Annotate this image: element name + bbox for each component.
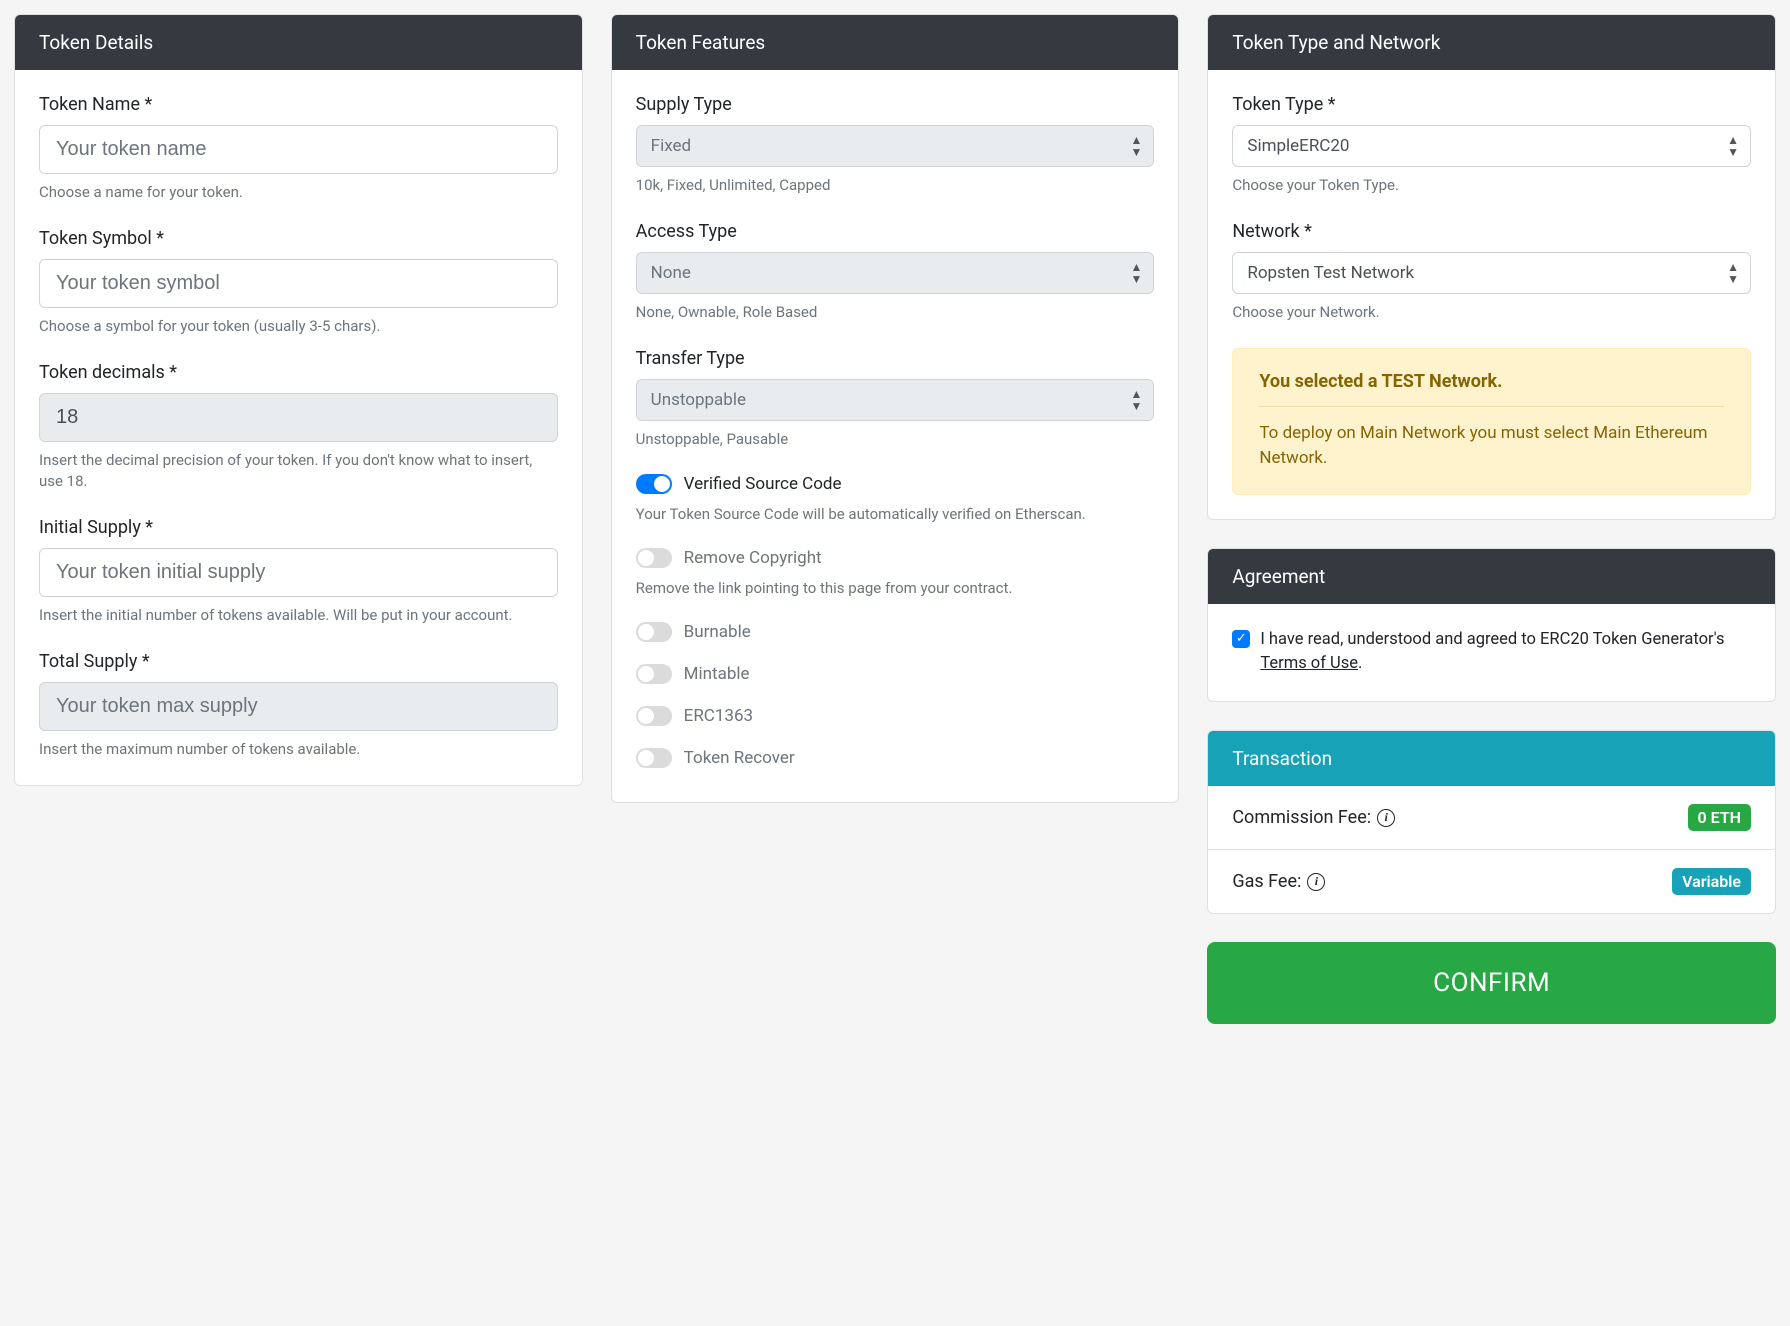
agreement-header: Agreement: [1208, 549, 1775, 604]
token-recover-toggle[interactable]: [636, 748, 672, 768]
network-help: Choose your Network.: [1232, 302, 1751, 324]
agreement-checkbox[interactable]: ✓: [1232, 630, 1250, 648]
agreement-text: I have read, understood and agreed to ER…: [1260, 628, 1751, 678]
agreement-card: Agreement ✓ I have read, understood and …: [1207, 548, 1776, 703]
confirm-button[interactable]: CONFIRM: [1207, 942, 1776, 1024]
transfer-type-select: Unstoppable: [636, 379, 1155, 421]
token-decimals-input: [39, 393, 558, 442]
token-details-card: Token Details Token Name * Choose a name…: [14, 14, 583, 786]
verified-source-help: Your Token Source Code will be automatic…: [636, 504, 1155, 526]
access-type-select: None: [636, 252, 1155, 294]
token-type-select[interactable]: SimpleERC20: [1232, 125, 1751, 167]
test-network-alert: You selected a TEST Network. To deploy o…: [1232, 348, 1751, 495]
gas-fee-badge: Variable: [1672, 868, 1751, 895]
initial-supply-label: Initial Supply *: [39, 517, 558, 538]
token-symbol-label: Token Symbol *: [39, 228, 558, 249]
access-type-label: Access Type: [636, 221, 1155, 242]
initial-supply-help: Insert the initial number of tokens avai…: [39, 605, 558, 627]
token-recover-label: Token Recover: [684, 748, 795, 768]
token-name-input[interactable]: [39, 125, 558, 174]
token-type-network-card: Token Type and Network Token Type * Simp…: [1207, 14, 1776, 520]
mintable-label: Mintable: [684, 664, 750, 684]
transaction-header: Transaction: [1208, 731, 1775, 786]
burnable-toggle[interactable]: [636, 622, 672, 642]
mintable-toggle[interactable]: [636, 664, 672, 684]
supply-type-help: 10k, Fixed, Unlimited, Capped: [636, 175, 1155, 197]
initial-supply-input[interactable]: [39, 548, 558, 597]
transfer-type-help: Unstoppable, Pausable: [636, 429, 1155, 451]
token-decimals-help: Insert the decimal precision of your tok…: [39, 450, 558, 494]
total-supply-label: Total Supply *: [39, 651, 558, 672]
alert-body: To deploy on Main Network you must selec…: [1259, 421, 1724, 472]
token-decimals-label: Token decimals *: [39, 362, 558, 383]
token-features-header: Token Features: [612, 15, 1179, 70]
commission-fee-badge: 0 ETH: [1688, 804, 1751, 831]
token-symbol-input[interactable]: [39, 259, 558, 308]
info-icon[interactable]: i: [1307, 873, 1325, 891]
verified-source-label: Verified Source Code: [684, 474, 842, 494]
info-icon[interactable]: i: [1377, 809, 1395, 827]
transfer-type-label: Transfer Type: [636, 348, 1155, 369]
burnable-label: Burnable: [684, 622, 751, 642]
token-features-card: Token Features Supply Type Fixed ▲▼ 10k,…: [611, 14, 1180, 803]
gas-fee-label: Gas Fee:: [1232, 871, 1301, 892]
verified-source-toggle[interactable]: [636, 474, 672, 494]
alert-title: You selected a TEST Network.: [1259, 371, 1724, 407]
remove-copyright-label: Remove Copyright: [684, 548, 822, 568]
token-type-help: Choose your Token Type.: [1232, 175, 1751, 197]
supply-type-select: Fixed: [636, 125, 1155, 167]
network-label: Network *: [1232, 221, 1751, 242]
token-name-label: Token Name *: [39, 94, 558, 115]
erc1363-label: ERC1363: [684, 706, 753, 726]
token-type-label: Token Type *: [1232, 94, 1751, 115]
commission-fee-label: Commission Fee:: [1232, 807, 1371, 828]
total-supply-help: Insert the maximum number of tokens avai…: [39, 739, 558, 761]
transaction-card: Transaction Commission Fee: i 0 ETH Gas …: [1207, 730, 1776, 914]
remove-copyright-help: Remove the link pointing to this page fr…: [636, 578, 1155, 600]
token-details-header: Token Details: [15, 15, 582, 70]
access-type-help: None, Ownable, Role Based: [636, 302, 1155, 324]
supply-type-label: Supply Type: [636, 94, 1155, 115]
token-name-help: Choose a name for your token.: [39, 182, 558, 204]
token-symbol-help: Choose a symbol for your token (usually …: [39, 316, 558, 338]
erc1363-toggle[interactable]: [636, 706, 672, 726]
network-select[interactable]: Ropsten Test Network: [1232, 252, 1751, 294]
terms-of-use-link[interactable]: Terms of Use: [1260, 654, 1358, 673]
total-supply-input: [39, 682, 558, 731]
remove-copyright-toggle[interactable]: [636, 548, 672, 568]
token-type-network-header: Token Type and Network: [1208, 15, 1775, 70]
